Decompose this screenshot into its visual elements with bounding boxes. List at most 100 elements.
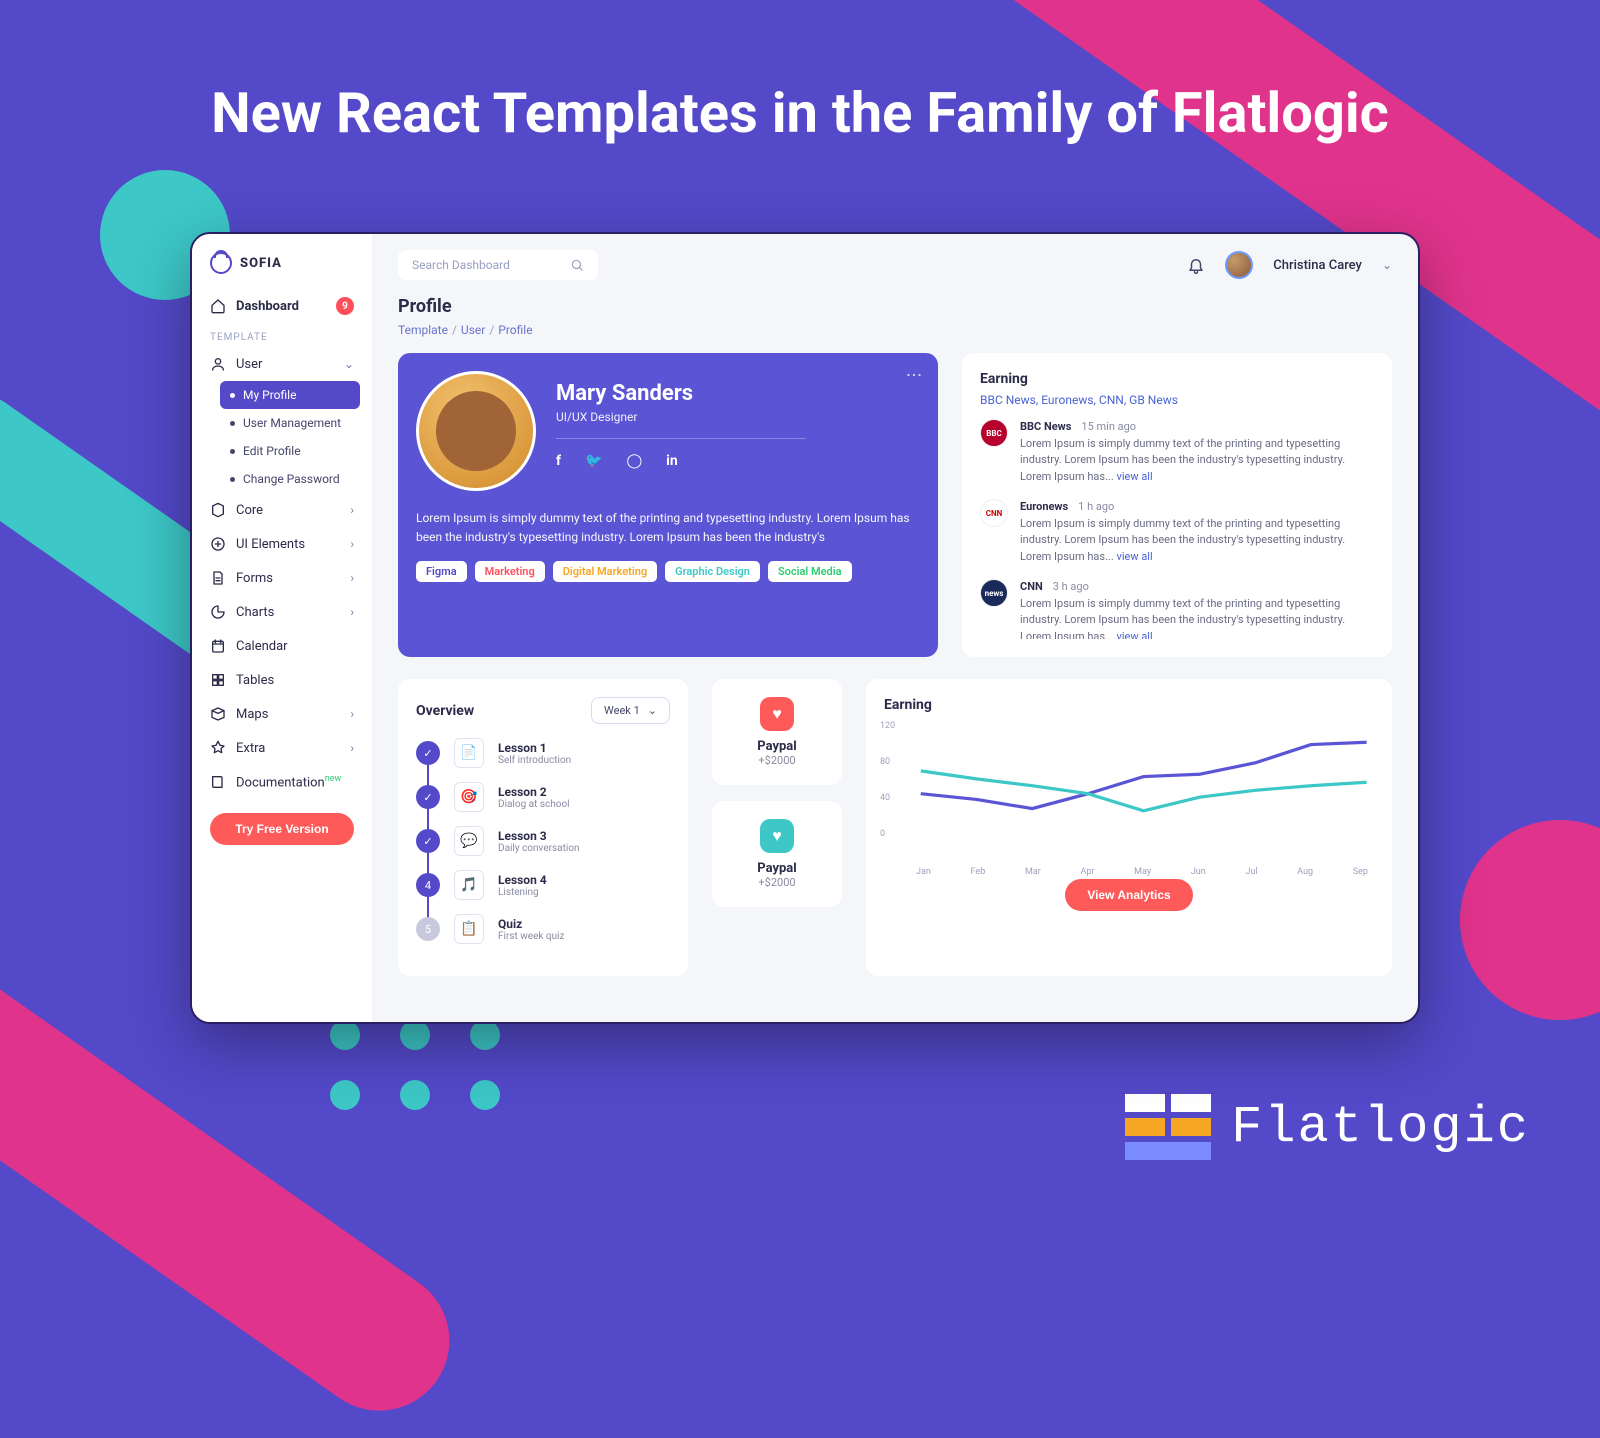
payment-title: Paypal: [730, 861, 824, 876]
x-tick: Sep: [1353, 867, 1368, 877]
payments-column: ♥ Paypal +$2000 ♥ Paypal +$2000: [712, 679, 842, 976]
sidebar-subitem[interactable]: Edit Profile: [230, 437, 372, 465]
try-free-button[interactable]: Try Free Version: [210, 813, 354, 845]
lesson-icon: 💬: [454, 826, 484, 856]
card-subtitle: BBC News, Euronews, CNN, GB News: [980, 393, 1374, 407]
sidebar-item-documentation[interactable]: Documentationnew: [192, 765, 372, 799]
view-all-link[interactable]: view all: [1116, 630, 1152, 640]
payment-title: Paypal: [730, 739, 824, 754]
card-title: Earning: [980, 371, 1374, 387]
skill-tag: Graphic Design: [665, 561, 760, 582]
sidebar-item-label: UI Elements: [236, 537, 305, 552]
x-tick: May: [1134, 867, 1151, 877]
news-text: Lorem Ipsum is simply dummy text of the …: [1020, 597, 1345, 640]
menu-icon: [210, 536, 226, 552]
view-analytics-button[interactable]: View Analytics: [1065, 879, 1192, 911]
menu-icon: [210, 502, 226, 518]
news-source-icon: news: [980, 579, 1008, 607]
sidebar-item-label: Tables: [236, 673, 274, 688]
search-input[interactable]: Search Dashboard: [398, 250, 598, 280]
kebab-icon[interactable]: ⋮: [905, 367, 924, 384]
sidebar-item[interactable]: Core ›: [192, 493, 372, 527]
payment-card: ♥ Paypal +$2000: [712, 679, 842, 785]
earnings-chart-card: Earning 12080400 JanFebMarAprMayJunJulAu…: [866, 679, 1392, 976]
page-title: Profile: [398, 296, 1392, 317]
skill-tag: Figma: [416, 561, 467, 582]
sidebar-item-label: Calendar: [236, 639, 288, 654]
chevron-down-icon: ⌄: [344, 357, 354, 371]
user-name: Christina Carey: [1273, 258, 1362, 273]
bell-icon[interactable]: [1187, 256, 1205, 274]
lesson-title: Lesson 2: [498, 785, 570, 799]
x-tick: Jun: [1191, 867, 1206, 877]
notification-badge: 9: [336, 297, 354, 315]
sidebar-item-label: My Profile: [243, 388, 296, 402]
github-icon[interactable]: ◯: [626, 453, 642, 469]
breadcrumb-item[interactable]: Profile: [498, 323, 532, 337]
profile-role: UI/UX Designer: [556, 410, 806, 424]
sidebar-item-label: Edit Profile: [243, 444, 301, 458]
skill-tag: Digital Marketing: [553, 561, 657, 582]
sidebar-item[interactable]: UI Elements ›: [192, 527, 372, 561]
sidebar: SOFIA Dashboard 9 TEMPLATE User ⌄ My Pro…: [192, 234, 372, 1022]
sidebar-item[interactable]: Extra ›: [192, 731, 372, 765]
news-text: Lorem Ipsum is simply dummy text of the …: [1020, 437, 1345, 483]
lesson-item[interactable]: ✓ 📄 Lesson 1Self introduction: [416, 738, 670, 768]
decor-circle: [1460, 820, 1600, 1020]
view-all-link[interactable]: view all: [1116, 470, 1152, 483]
sidebar-item[interactable]: Tables: [192, 663, 372, 697]
menu-icon: [210, 672, 226, 688]
breadcrumb: Template/User/Profile: [398, 323, 1392, 337]
twitter-icon[interactable]: 🐦: [585, 453, 602, 469]
breadcrumb-item[interactable]: Template: [398, 323, 448, 337]
menu-icon: [210, 638, 226, 654]
search-placeholder: Search Dashboard: [412, 258, 510, 272]
user-icon: [210, 356, 226, 372]
sidebar-subitem[interactable]: My Profile: [220, 381, 360, 409]
app-window: SOFIA Dashboard 9 TEMPLATE User ⌄ My Pro…: [190, 232, 1420, 1024]
lesson-desc: Listening: [498, 887, 547, 898]
y-tick: 120: [880, 721, 895, 731]
card-title: Overview: [416, 703, 474, 719]
sidebar-item-dashboard[interactable]: Dashboard 9: [192, 288, 372, 324]
week-selector[interactable]: Week 1 ⌄: [591, 697, 670, 724]
news-text: Lorem Ipsum is simply dummy text of the …: [1020, 517, 1345, 563]
card-title: Earning: [884, 697, 1374, 713]
chevron-down-icon[interactable]: ⌄: [1382, 258, 1392, 272]
lesson-icon: 🎵: [454, 870, 484, 900]
y-tick: 0: [880, 829, 895, 839]
lesson-desc: Self introduction: [498, 755, 571, 766]
sidebar-item[interactable]: Maps ›: [192, 697, 372, 731]
new-tag: new: [325, 774, 342, 784]
sidebar-item[interactable]: Charts ›: [192, 595, 372, 629]
y-tick: 80: [880, 757, 895, 767]
facebook-icon[interactable]: f: [556, 453, 561, 469]
lesson-item[interactable]: ✓ 🎯 Lesson 2Dialog at school: [416, 782, 670, 812]
news-item: BBC BBC News15 min ago Lorem Ipsum is si…: [980, 419, 1374, 485]
chevron-right-icon: ›: [350, 707, 354, 721]
sidebar-item[interactable]: Forms ›: [192, 561, 372, 595]
x-tick: Mar: [1025, 867, 1041, 877]
lesson-item[interactable]: ✓ 💬 Lesson 3Daily conversation: [416, 826, 670, 856]
sidebar-item[interactable]: Calendar: [192, 629, 372, 663]
step-indicator: ✓: [416, 829, 440, 853]
sidebar-item-user[interactable]: User ⌄: [192, 347, 372, 381]
sidebar-item-label: Dashboard: [236, 299, 299, 314]
sidebar-item-label: Extra: [236, 741, 265, 756]
lesson-item[interactable]: 5 📋 QuizFirst week quiz: [416, 914, 670, 944]
linkedin-icon[interactable]: in: [666, 453, 678, 469]
sidebar-subitem[interactable]: Change Password: [230, 465, 372, 493]
brand-name: SOFIA: [240, 256, 282, 271]
breadcrumb-item[interactable]: User: [461, 323, 485, 337]
user-avatar[interactable]: [1225, 251, 1253, 279]
step-indicator: 5: [416, 917, 440, 941]
lesson-item[interactable]: 4 🎵 Lesson 4Listening: [416, 870, 670, 900]
chevron-right-icon: ›: [350, 571, 354, 585]
x-tick: Apr: [1080, 867, 1094, 877]
chevron-right-icon: ›: [350, 741, 354, 755]
sidebar-subitem[interactable]: User Management: [230, 409, 372, 437]
lesson-icon: 🎯: [454, 782, 484, 812]
view-all-link[interactable]: view all: [1116, 550, 1152, 563]
earnings-feed-card: Earning BBC News, Euronews, CNN, GB News…: [962, 353, 1392, 657]
news-item: CNN Euronews1 h ago Lorem Ipsum is simpl…: [980, 499, 1374, 565]
